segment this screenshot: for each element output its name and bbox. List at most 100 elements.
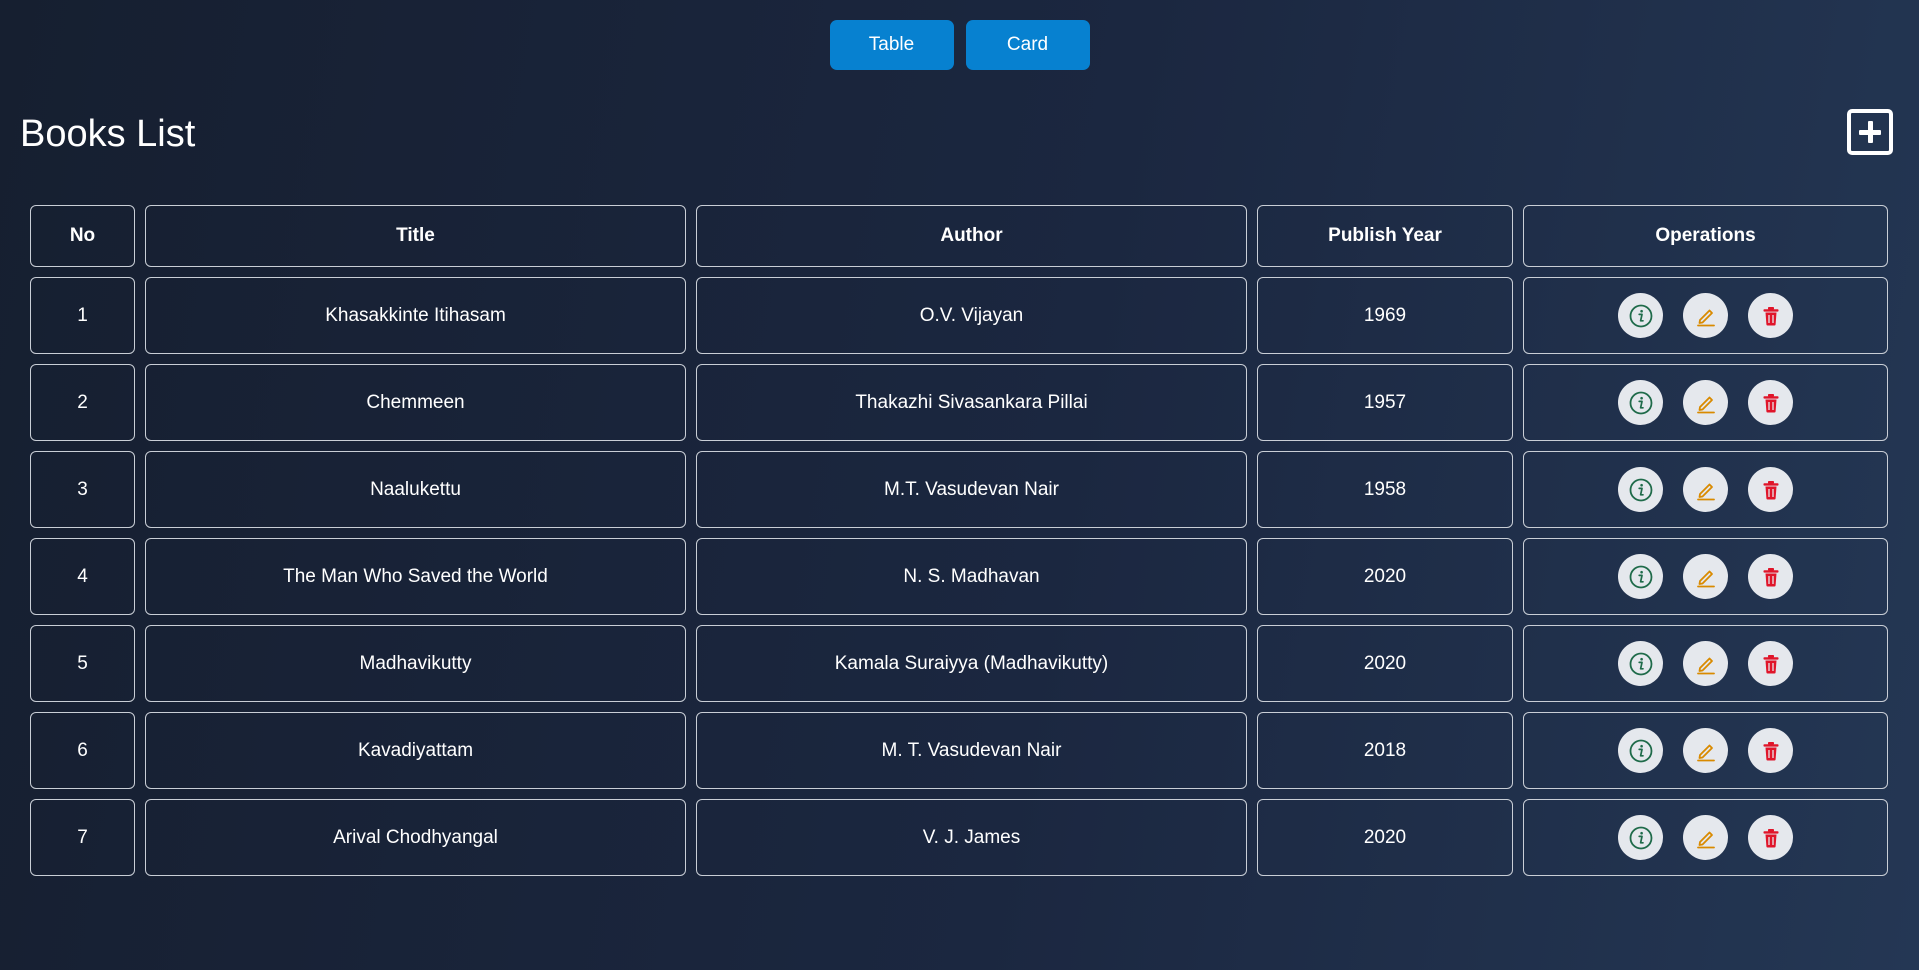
trash-icon bbox=[1763, 306, 1778, 325]
operations-group bbox=[1524, 728, 1887, 773]
info-button[interactable] bbox=[1618, 380, 1663, 425]
edit-pencil-icon bbox=[1696, 396, 1715, 413]
books-table: No Title Author Publish Year Operations … bbox=[20, 195, 1898, 886]
edit-button[interactable] bbox=[1683, 641, 1728, 686]
trash-icon bbox=[1763, 654, 1778, 673]
info-button[interactable] bbox=[1618, 728, 1663, 773]
view-toggle: Table Card bbox=[0, 20, 1919, 70]
delete-button[interactable] bbox=[1748, 467, 1793, 512]
cell-operations bbox=[1523, 538, 1888, 615]
trash-icon bbox=[1763, 741, 1778, 760]
table-row: 7 Arival Chodhyangal V. J. James 2020 bbox=[30, 799, 1888, 876]
info-circle-icon bbox=[1629, 652, 1652, 675]
delete-button[interactable] bbox=[1748, 728, 1793, 773]
column-header-operations: Operations bbox=[1523, 205, 1888, 267]
cell-title: Khasakkinte Itihasam bbox=[145, 277, 686, 354]
column-header-author: Author bbox=[696, 205, 1247, 267]
delete-button[interactable] bbox=[1748, 641, 1793, 686]
cell-no: 7 bbox=[30, 799, 135, 876]
delete-button[interactable] bbox=[1748, 554, 1793, 599]
table-row: 5 Madhavikutty Kamala Suraiyya (Madhavik… bbox=[30, 625, 1888, 702]
operations-group bbox=[1524, 293, 1887, 338]
edit-button[interactable] bbox=[1683, 728, 1728, 773]
cell-publish-year: 1957 bbox=[1257, 364, 1513, 441]
info-circle-icon bbox=[1629, 739, 1652, 762]
cell-no: 2 bbox=[30, 364, 135, 441]
cell-publish-year: 1969 bbox=[1257, 277, 1513, 354]
cell-operations bbox=[1523, 625, 1888, 702]
delete-button[interactable] bbox=[1748, 380, 1793, 425]
info-button[interactable] bbox=[1618, 467, 1663, 512]
edit-pencil-icon bbox=[1696, 309, 1715, 326]
cell-author: O.V. Vijayan bbox=[696, 277, 1247, 354]
card-view-button[interactable]: Card bbox=[965, 20, 1090, 70]
table-row: 1 Khasakkinte Itihasam O.V. Vijayan 1969 bbox=[30, 277, 1888, 354]
operations-group bbox=[1524, 815, 1887, 860]
cell-publish-year: 2020 bbox=[1257, 799, 1513, 876]
info-button[interactable] bbox=[1618, 641, 1663, 686]
column-header-title: Title bbox=[145, 205, 686, 267]
cell-no: 6 bbox=[30, 712, 135, 789]
operations-group bbox=[1524, 467, 1887, 512]
table-body: 1 Khasakkinte Itihasam O.V. Vijayan 1969 bbox=[30, 277, 1888, 876]
delete-button[interactable] bbox=[1748, 815, 1793, 860]
cell-operations bbox=[1523, 451, 1888, 528]
table-row: 4 The Man Who Saved the World N. S. Madh… bbox=[30, 538, 1888, 615]
table-row: 6 Kavadiyattam M. T. Vasudevan Nair 2018 bbox=[30, 712, 1888, 789]
cell-operations bbox=[1523, 364, 1888, 441]
cell-title: Chemmeen bbox=[145, 364, 686, 441]
cell-no: 3 bbox=[30, 451, 135, 528]
operations-group bbox=[1524, 554, 1887, 599]
info-circle-icon bbox=[1629, 304, 1652, 327]
cell-publish-year: 2020 bbox=[1257, 538, 1513, 615]
trash-icon bbox=[1763, 480, 1778, 499]
table-view-button[interactable]: Table bbox=[829, 20, 954, 70]
cell-operations bbox=[1523, 712, 1888, 789]
operations-group bbox=[1524, 641, 1887, 686]
edit-pencil-icon bbox=[1696, 657, 1715, 674]
edit-button[interactable] bbox=[1683, 815, 1728, 860]
cell-publish-year: 1958 bbox=[1257, 451, 1513, 528]
edit-button[interactable] bbox=[1683, 467, 1728, 512]
cell-publish-year: 2018 bbox=[1257, 712, 1513, 789]
info-circle-icon bbox=[1629, 478, 1652, 501]
edit-button[interactable] bbox=[1683, 380, 1728, 425]
trash-icon bbox=[1763, 828, 1778, 847]
cell-operations bbox=[1523, 277, 1888, 354]
edit-pencil-icon bbox=[1696, 831, 1715, 848]
operations-group bbox=[1524, 380, 1887, 425]
cell-no: 5 bbox=[30, 625, 135, 702]
trash-icon bbox=[1763, 567, 1778, 586]
info-button[interactable] bbox=[1618, 554, 1663, 599]
cell-title: The Man Who Saved the World bbox=[145, 538, 686, 615]
cell-author: M. T. Vasudevan Nair bbox=[696, 712, 1247, 789]
cell-title: Naalukettu bbox=[145, 451, 686, 528]
info-button[interactable] bbox=[1618, 293, 1663, 338]
trash-icon bbox=[1763, 393, 1778, 412]
table-header-row: No Title Author Publish Year Operations bbox=[30, 205, 1888, 267]
cell-title: Arival Chodhyangal bbox=[145, 799, 686, 876]
cell-operations bbox=[1523, 799, 1888, 876]
page-title: Books List bbox=[20, 113, 196, 155]
cell-publish-year: 2020 bbox=[1257, 625, 1513, 702]
cell-author: N. S. Madhavan bbox=[696, 538, 1247, 615]
cell-title: Madhavikutty bbox=[145, 625, 686, 702]
info-circle-icon bbox=[1629, 826, 1652, 849]
cell-author: V. J. James bbox=[696, 799, 1247, 876]
column-header-no: No bbox=[30, 205, 135, 267]
info-button[interactable] bbox=[1618, 815, 1663, 860]
cell-no: 1 bbox=[30, 277, 135, 354]
edit-pencil-icon bbox=[1696, 570, 1715, 587]
edit-button[interactable] bbox=[1683, 554, 1728, 599]
cell-author: Kamala Suraiyya (Madhavikutty) bbox=[696, 625, 1247, 702]
cell-author: M.T. Vasudevan Nair bbox=[696, 451, 1247, 528]
cell-no: 4 bbox=[30, 538, 135, 615]
edit-pencil-icon bbox=[1696, 483, 1715, 500]
cell-title: Kavadiyattam bbox=[145, 712, 686, 789]
table-row: 3 Naalukettu M.T. Vasudevan Nair 1958 bbox=[30, 451, 1888, 528]
delete-button[interactable] bbox=[1748, 293, 1793, 338]
add-book-button[interactable] bbox=[1847, 109, 1893, 155]
cell-author: Thakazhi Sivasankara Pillai bbox=[696, 364, 1247, 441]
edit-button[interactable] bbox=[1683, 293, 1728, 338]
column-header-publish-year: Publish Year bbox=[1257, 205, 1513, 267]
